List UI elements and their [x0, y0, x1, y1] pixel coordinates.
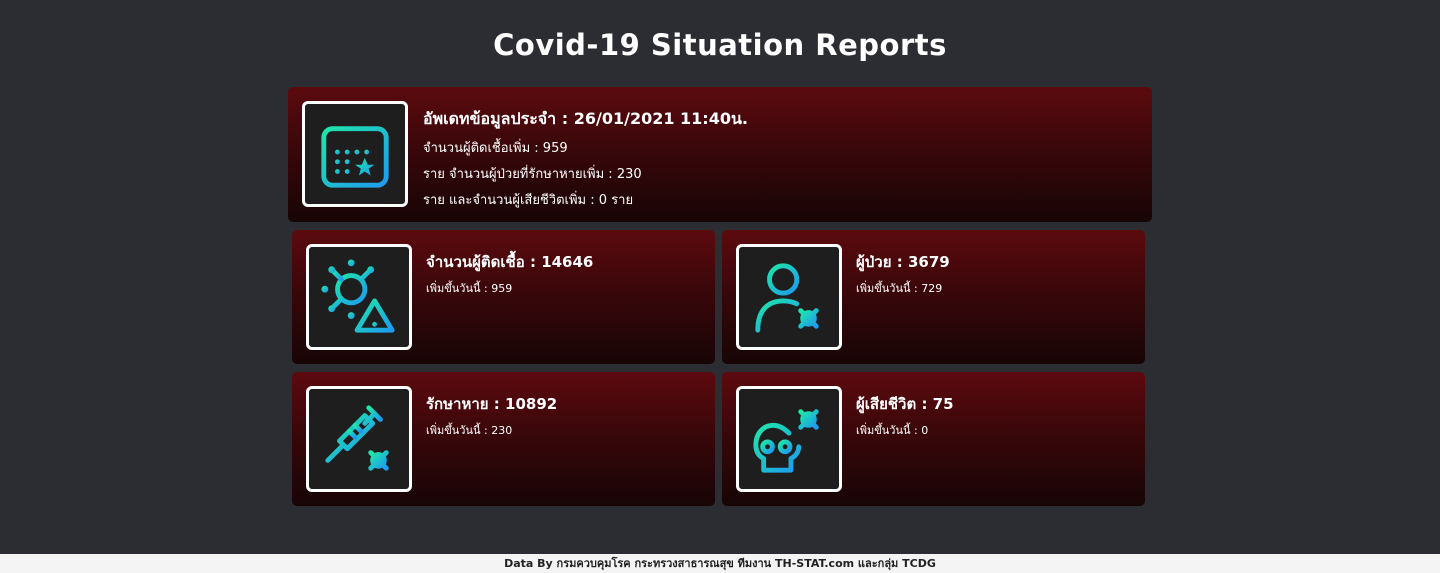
stat-increase: เพิ่มขึ้นวันนี้ : 0 — [856, 424, 929, 437]
separator: : — [916, 395, 933, 413]
stat-label: ผู้เสียชีวิต — [856, 395, 917, 413]
skull-virus-icon — [753, 405, 823, 473]
stat-value: 10892 — [505, 395, 558, 413]
stat-card-recovered: รักษาหาย : 10892 เพิ่มขึ้นวันนี้ : 230 — [292, 372, 715, 506]
update-datetime: 26/01/2021 11:40น. — [573, 109, 748, 128]
stat-headline-deaths: ผู้เสียชีวิต : 75 — [856, 392, 954, 416]
stat-icon-box — [306, 386, 412, 492]
update-card: อัพเดทข้อมูลประจำ : 26/01/2021 11:40น. จ… — [288, 87, 1152, 222]
stat-label: จำนวนผู้ติดเชื้อ — [426, 253, 525, 271]
vaccine-syringe-icon — [325, 405, 393, 475]
update-line-infected: จำนวนผู้ติดเชื้อเพิ่ม : 959 — [423, 141, 568, 156]
update-label: อัพเดทข้อมูลประจำ — [423, 109, 557, 128]
patient-virus-icon — [755, 263, 823, 333]
footer-credit: Data By กรมควบคุมโรค กระทรวงสาธารณสุข ที… — [0, 554, 1440, 573]
separator: : — [891, 253, 908, 271]
update-headline: อัพเดทข้อมูลประจำ : 26/01/2021 11:40น. — [423, 107, 748, 132]
stat-value: 3679 — [907, 253, 950, 271]
update-icon-box — [302, 101, 408, 207]
stat-headline-patients: ผู้ป่วย : 3679 — [856, 250, 950, 274]
stat-label: รักษาหาย — [426, 395, 489, 413]
stat-card-deaths: ผู้เสียชีวิต : 75 เพิ่มขึ้นวันนี้ : 0 — [722, 372, 1145, 506]
stat-icon-box — [306, 244, 412, 350]
separator: : — [488, 395, 506, 413]
update-line-deaths: ราย และจำนวนผู้เสียชีวิตเพิ่ม : 0 ราย — [423, 193, 634, 208]
stat-card-infected: จำนวนผู้ติดเชื้อ : 14646 เพิ่มขึ้นวันนี้… — [292, 230, 715, 364]
stat-value: 14646 — [541, 253, 594, 271]
virus-warning-icon — [321, 259, 395, 333]
separator: : — [524, 253, 542, 271]
stat-value: 75 — [932, 395, 954, 413]
stat-increase: เพิ่มขึ้นวันนี้ : 729 — [856, 282, 943, 295]
update-line-recovered: ราย จำนวนผู้ป่วยที่รักษาหายเพิ่ม : 230 — [423, 167, 642, 182]
stat-headline-infected: จำนวนผู้ติดเชื้อ : 14646 — [426, 250, 593, 274]
page-title: Covid-19 Situation Reports — [493, 28, 947, 62]
stat-headline-recovered: รักษาหาย : 10892 — [426, 392, 557, 416]
stat-label: ผู้ป่วย — [856, 253, 892, 271]
stat-increase: เพิ่มขึ้นวันนี้ : 230 — [426, 424, 513, 437]
stat-increase: เพิ่มขึ้นวันนี้ : 959 — [426, 282, 513, 295]
stat-icon-box — [736, 244, 842, 350]
stat-card-patients: ผู้ป่วย : 3679 เพิ่มขึ้นวันนี้ : 729 — [722, 230, 1145, 364]
separator: : — [556, 109, 574, 128]
stat-icon-box — [736, 386, 842, 492]
calendar-star-icon — [321, 118, 389, 188]
